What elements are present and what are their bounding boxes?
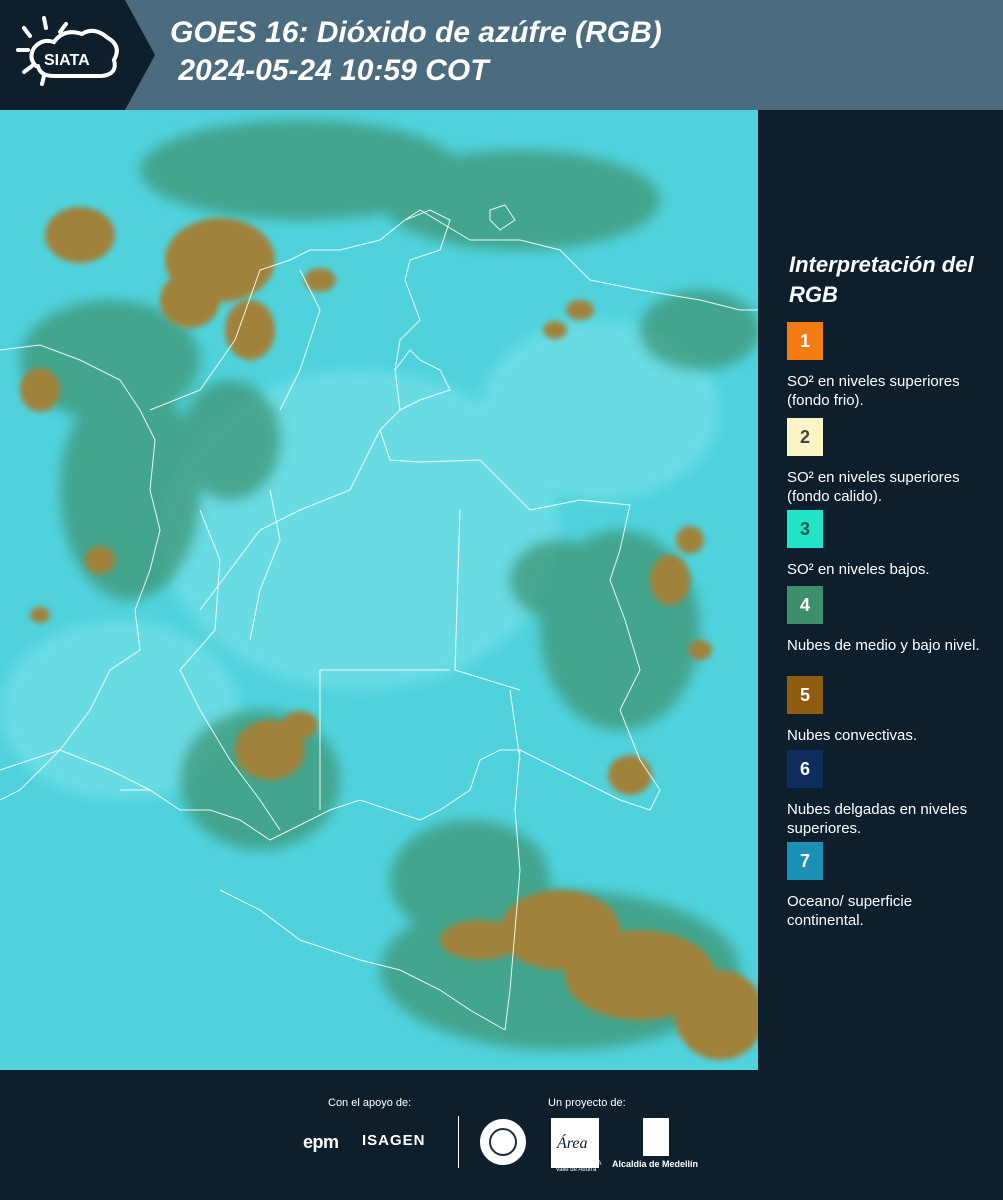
- legend-item-5: 5 Nubes convectivas.: [787, 676, 992, 745]
- legend-item-1: 1 SO² en niveles superiores (fondo frio)…: [787, 322, 992, 410]
- legend-label-3: SO² en niveles bajos.: [787, 561, 930, 578]
- legend-title: Interpretación del RGB: [789, 252, 974, 307]
- legend-swatch-6: 6: [787, 750, 823, 788]
- legend-item-6: 6 Nubes delgadas en niveles superiores.: [787, 750, 992, 838]
- siata-logo: SIATA: [0, 0, 155, 110]
- isagen-logo: ISAGEN: [362, 1132, 426, 1149]
- legend-label-7: Oceano/ superficie continental.: [787, 893, 913, 929]
- legend-swatch-5: 5: [787, 676, 823, 714]
- legend-swatch-7: 7: [787, 842, 823, 880]
- legend-swatch-2: 2: [787, 418, 823, 456]
- footer: Con el apoyo de: Un proyecto de: epm ISA…: [0, 1070, 1003, 1200]
- area-name: METROPOLITANA Valle de Aburrá: [550, 1161, 602, 1173]
- legend-swatch-1: 1: [787, 322, 823, 360]
- support-label: Con el apoyo de:: [328, 1097, 412, 1109]
- satellite-map: [0, 110, 760, 1070]
- area-script-icon: Área: [556, 1133, 588, 1152]
- medellin-seal-icon: [480, 1119, 526, 1165]
- legend-swatch-4: 4: [787, 586, 823, 624]
- page-title: GOES 16: Dióxido de azúfre (RGB) 2024-05…: [170, 14, 662, 90]
- alcaldia-name: Alcaldía de Medellín: [612, 1159, 699, 1169]
- logo-text: SIATA: [44, 52, 90, 69]
- footer-divider: [458, 1116, 459, 1168]
- project-label: Un proyecto de:: [548, 1097, 626, 1109]
- epm-logo: epm: [303, 1132, 339, 1152]
- legend-swatch-3: 3: [787, 510, 823, 548]
- legend-label-6: Nubes delgadas en niveles superiores.: [787, 801, 968, 837]
- legend-item-3: 3 SO² en niveles bajos.: [787, 510, 992, 579]
- title-line-2: 2024-05-24 10:59 COT: [170, 54, 489, 87]
- title-line-1: GOES 16: Dióxido de azúfre (RGB): [170, 16, 662, 49]
- legend-label-2: SO² en niveles superiores (fondo calido)…: [787, 469, 960, 505]
- map-image: [0, 110, 758, 1070]
- legend-label-4: Nubes de medio y bajo nivel.: [787, 637, 980, 654]
- legend-item-7: 7 Oceano/ superficie continental.: [787, 842, 992, 930]
- sun-cloud-icon: SIATA: [16, 16, 119, 86]
- legend-label-5: Nubes convectivas.: [787, 727, 918, 744]
- legend-panel: Interpretación del RGB 1 SO² en niveles …: [762, 110, 1003, 1070]
- area-script-text: Área: [556, 1133, 588, 1152]
- alcaldia-shield-icon: [643, 1118, 669, 1156]
- legend-item-2: 2 SO² en niveles superiores (fondo calid…: [787, 418, 992, 506]
- header-bar: SIATA GOES 16: Dióxido de azúfre (RGB) 2…: [0, 0, 1003, 110]
- legend-item-4: 4 Nubes de medio y bajo nivel.: [787, 586, 992, 655]
- legend-label-1: SO² en niveles superiores (fondo frio).: [787, 373, 960, 409]
